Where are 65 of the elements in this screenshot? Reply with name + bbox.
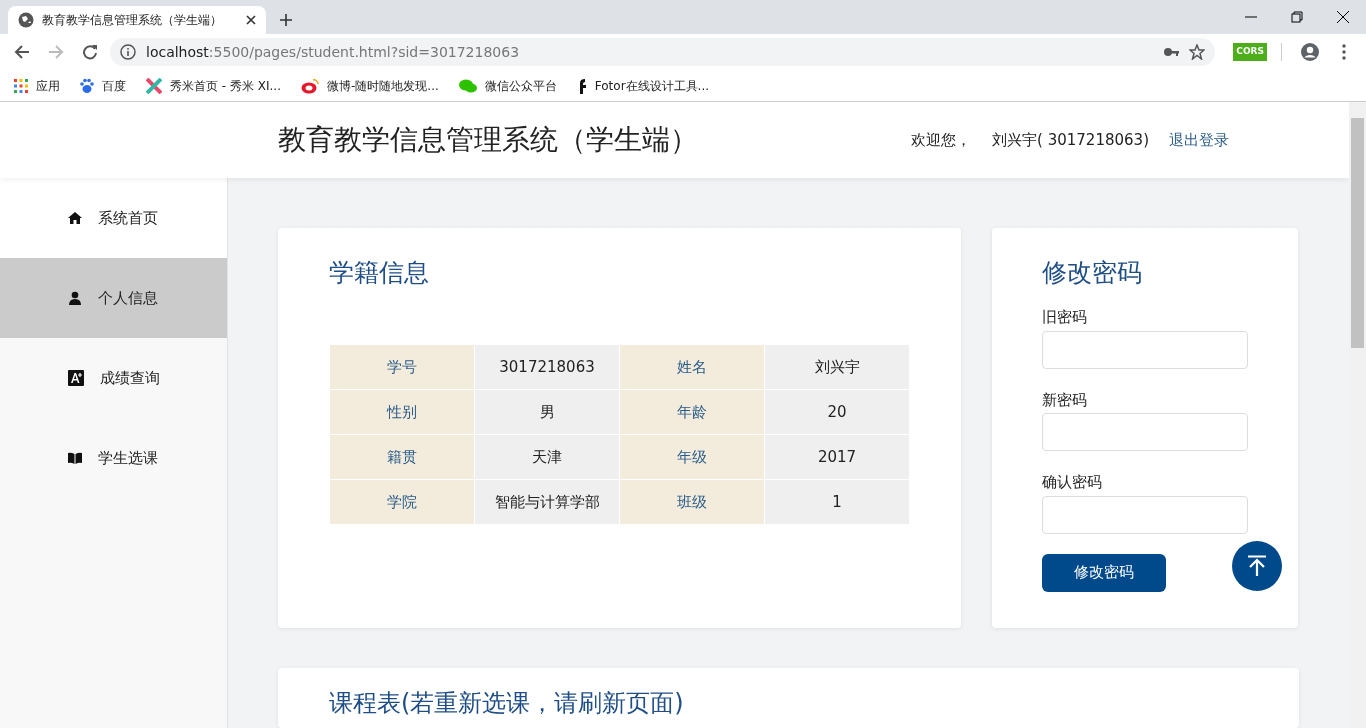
field-label: 籍贯: [329, 434, 475, 480]
grade-icon: [68, 370, 84, 386]
bookmark[interactable]: 应用: [14, 76, 60, 95]
globe-icon: [18, 12, 34, 28]
bookmark[interactable]: 秀米首页 - 秀米 XI...: [146, 76, 281, 95]
book-icon: [68, 451, 82, 465]
field-value: 1: [764, 479, 910, 525]
paw-icon: [80, 77, 94, 94]
field-value: 男: [474, 389, 620, 435]
address-bar[interactable]: localhost:5500/pages/student.html?sid=3017218063: [110, 38, 1216, 66]
submit-button[interactable]: 修改密码: [1042, 553, 1166, 592]
back-icon[interactable]: [14, 44, 30, 60]
browser-tab[interactable]: 教育教学信息管理系统（学生端）: [8, 6, 266, 34]
scrollbar-thumb[interactable]: [1351, 118, 1364, 348]
logout-link[interactable]: 退出登录: [1169, 128, 1229, 152]
url-text: localhost:5500/pages/student.html?sid=3017218063: [146, 42, 520, 62]
sidebar-item[interactable]: 个人信息: [0, 258, 227, 338]
sidebar-item[interactable]: 成绩查询: [0, 338, 227, 418]
field-value: 3017218063: [474, 344, 620, 390]
bookmark[interactable]: 微信公众平台: [458, 76, 557, 95]
field-label: 年龄: [619, 389, 765, 435]
password-field[interactable]: [1042, 495, 1248, 534]
info-icon: [120, 44, 136, 60]
card-title: 修改密码: [1042, 258, 1143, 288]
restore-icon[interactable]: [1291, 11, 1303, 23]
field-label: 确认密码: [1042, 472, 1103, 493]
star-icon[interactable]: [1189, 44, 1206, 60]
field-value: 智能与计算学部: [474, 479, 620, 525]
person-icon: [68, 291, 82, 305]
card-title: 课程表(若重新选课，请刷新页面): [329, 690, 685, 717]
field-label: 年级: [619, 434, 765, 480]
field-label: 班级: [619, 479, 765, 525]
reload-icon[interactable]: [82, 44, 98, 60]
field-label: 学号: [329, 344, 475, 390]
user-name: 刘兴宇( 3017218063): [992, 129, 1149, 151]
welcome-text: 欢迎您，: [911, 129, 972, 151]
field-value: 刘兴宇: [764, 344, 910, 390]
chat-icon: [458, 77, 477, 94]
home-icon: [68, 211, 82, 225]
apps-icon: [14, 78, 28, 93]
sidebar-item[interactable]: 系统首页: [0, 178, 227, 258]
arrow-up-icon: [1247, 555, 1267, 577]
menu-icon[interactable]: [1342, 44, 1346, 60]
tab-title: 教育教学信息管理系统（学生端）: [42, 12, 223, 29]
field-value: 20: [764, 389, 910, 435]
field-label: 性别: [329, 389, 475, 435]
x-logo-icon: [146, 77, 162, 94]
close-icon[interactable]: [246, 15, 256, 25]
card-title: 学籍信息: [329, 258, 430, 288]
field-label: 学院: [329, 479, 475, 525]
bookmark[interactable]: 百度: [80, 76, 126, 95]
password-field[interactable]: [1042, 330, 1248, 369]
sidebar-item[interactable]: 学生选课: [0, 418, 227, 498]
new-tab-icon[interactable]: [280, 13, 292, 26]
field-label: 旧密码: [1042, 307, 1088, 328]
field-label: 新密码: [1042, 389, 1088, 411]
close-icon[interactable]: [1337, 11, 1349, 23]
bookmark[interactable]: 微博-随时随地发现...: [301, 76, 439, 95]
bookmark[interactable]: Fotor在线设计工具...: [576, 76, 709, 95]
field-label: 姓名: [619, 344, 765, 390]
password-field[interactable]: [1042, 413, 1248, 451]
page-title: 教育教学信息管理系统（学生端）: [278, 122, 699, 158]
field-value: 2017: [764, 434, 910, 480]
field-value: 天津: [474, 434, 620, 480]
profile-icon[interactable]: [1300, 42, 1320, 62]
